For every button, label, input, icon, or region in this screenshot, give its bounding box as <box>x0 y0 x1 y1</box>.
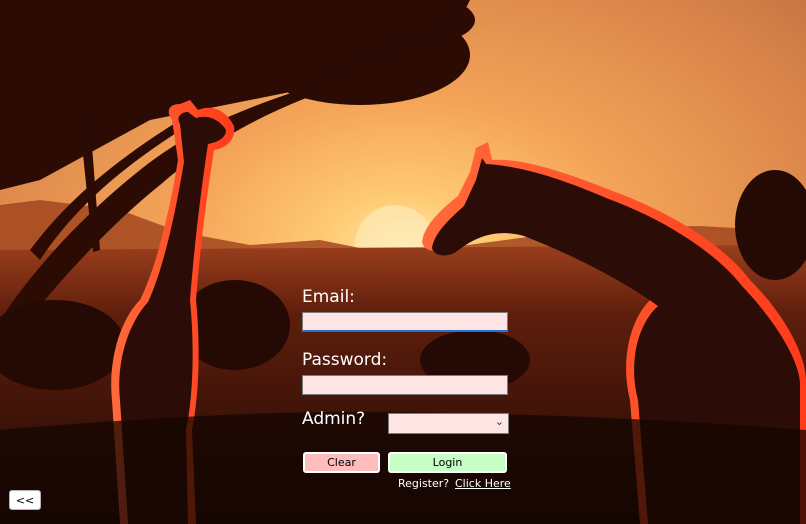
register-prompt: Register? <box>398 477 450 490</box>
password-label: Password: <box>302 350 388 370</box>
email-label: Email: <box>302 287 355 307</box>
admin-label: Admin? <box>302 409 366 429</box>
admin-select[interactable]: ⌄ <box>388 413 509 434</box>
register-link[interactable]: Click Here <box>455 477 511 490</box>
login-button[interactable]: Login <box>388 452 507 473</box>
clear-button[interactable]: Clear <box>303 452 380 473</box>
background-scene <box>0 0 806 524</box>
email-input[interactable] <box>302 312 508 332</box>
password-input[interactable] <box>302 375 508 395</box>
chevron-down-icon[interactable]: ⌄ <box>495 415 504 428</box>
back-button[interactable]: << <box>9 490 41 510</box>
